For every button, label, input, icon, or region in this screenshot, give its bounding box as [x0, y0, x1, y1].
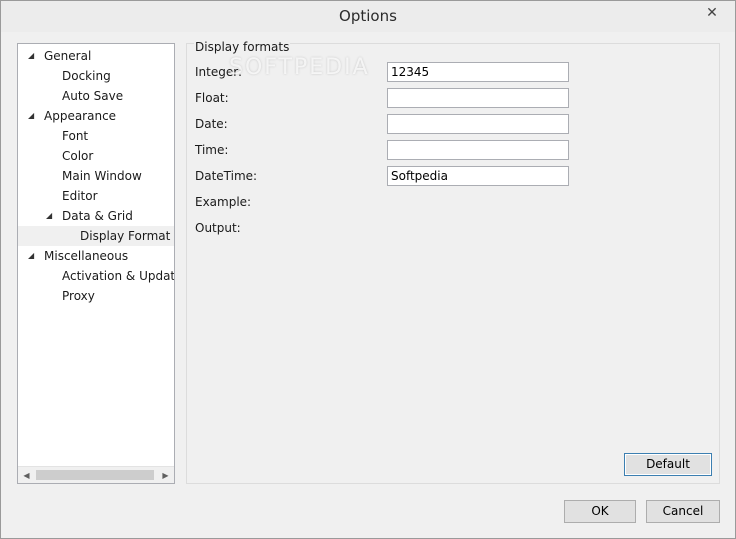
time-label: Time: [195, 143, 229, 157]
tree-item-label: Auto Save [62, 89, 124, 103]
tree-item[interactable]: ◢ Appearance [18, 106, 174, 126]
tree-item-label: General [44, 49, 92, 63]
tree-item-label: Docking [62, 69, 111, 83]
tree-horizontal-scrollbar[interactable]: ◀ ▶ [18, 466, 174, 483]
tree-item[interactable]: Font [18, 126, 174, 146]
tree-item[interactable]: Activation & Updates [18, 266, 174, 286]
expand-collapse-icon[interactable]: ◢ [46, 206, 56, 226]
output-label: Output: [195, 221, 241, 235]
tree-item-label: Miscellaneous [44, 249, 129, 263]
tree-item-label: Activation & Updates [62, 269, 175, 283]
tree-item-label: Proxy [62, 289, 95, 303]
tree-item-label: Font [62, 129, 89, 143]
expand-collapse-icon[interactable]: ◢ [28, 106, 38, 126]
tree-item[interactable]: ◢ Miscellaneous [18, 246, 174, 266]
time-input[interactable] [387, 140, 569, 160]
tree-item[interactable]: Main Window [18, 166, 174, 186]
tree-item[interactable]: Display Format [18, 226, 174, 246]
tree-item-label: Appearance [44, 109, 117, 123]
tree-item-label: Data & Grid [62, 209, 133, 223]
ok-button[interactable]: OK [564, 500, 636, 523]
date-label: Date: [195, 117, 228, 131]
tree-item[interactable]: Color [18, 146, 174, 166]
tree-item[interactable]: ◢ Data & Grid [18, 206, 174, 226]
tree-item[interactable]: Auto Save [18, 86, 174, 106]
options-window: Options ✕ ◢ General Docking Auto Save ◢ Appea… [0, 0, 736, 539]
default-button[interactable]: Default [624, 453, 712, 476]
cancel-button[interactable]: Cancel [646, 500, 720, 523]
tree-item[interactable]: Editor [18, 186, 174, 206]
scroll-left-icon[interactable]: ◀ [18, 467, 35, 483]
integer-input[interactable] [387, 62, 569, 82]
scrollbar-thumb[interactable] [36, 470, 154, 480]
tree-item-label: Main Window [62, 169, 142, 183]
example-label: Example: [195, 195, 252, 209]
expand-collapse-icon[interactable]: ◢ [28, 246, 38, 266]
display-formats-group: Display formats Integer: Float: Date: Ti… [186, 40, 720, 484]
title-bar[interactable]: Options ✕ [1, 1, 735, 32]
tree-item-label: Display Format [80, 229, 171, 243]
close-icon[interactable]: ✕ [695, 2, 729, 23]
tree-item[interactable]: Proxy [18, 286, 174, 306]
dialog-client-area: ◢ General Docking Auto Save ◢ Appearance Font C… [8, 32, 728, 531]
datetime-input[interactable] [387, 166, 569, 186]
float-label: Float: [195, 91, 229, 105]
expand-collapse-icon[interactable]: ◢ [28, 46, 38, 66]
scroll-right-icon[interactable]: ▶ [157, 467, 174, 483]
integer-label: Integer: [195, 65, 242, 79]
group-title: Display formats [194, 40, 291, 54]
tree-item[interactable]: Docking [18, 66, 174, 86]
datetime-label: DateTime: [195, 169, 258, 183]
tree-item[interactable]: ◢ General [18, 46, 174, 66]
float-input[interactable] [387, 88, 569, 108]
options-tree[interactable]: ◢ General Docking Auto Save ◢ Appearance Font C… [17, 43, 175, 484]
date-input[interactable] [387, 114, 569, 134]
tree-item-label: Color [62, 149, 94, 163]
tree-item-label: Editor [62, 189, 98, 203]
window-title: Options [339, 7, 397, 25]
